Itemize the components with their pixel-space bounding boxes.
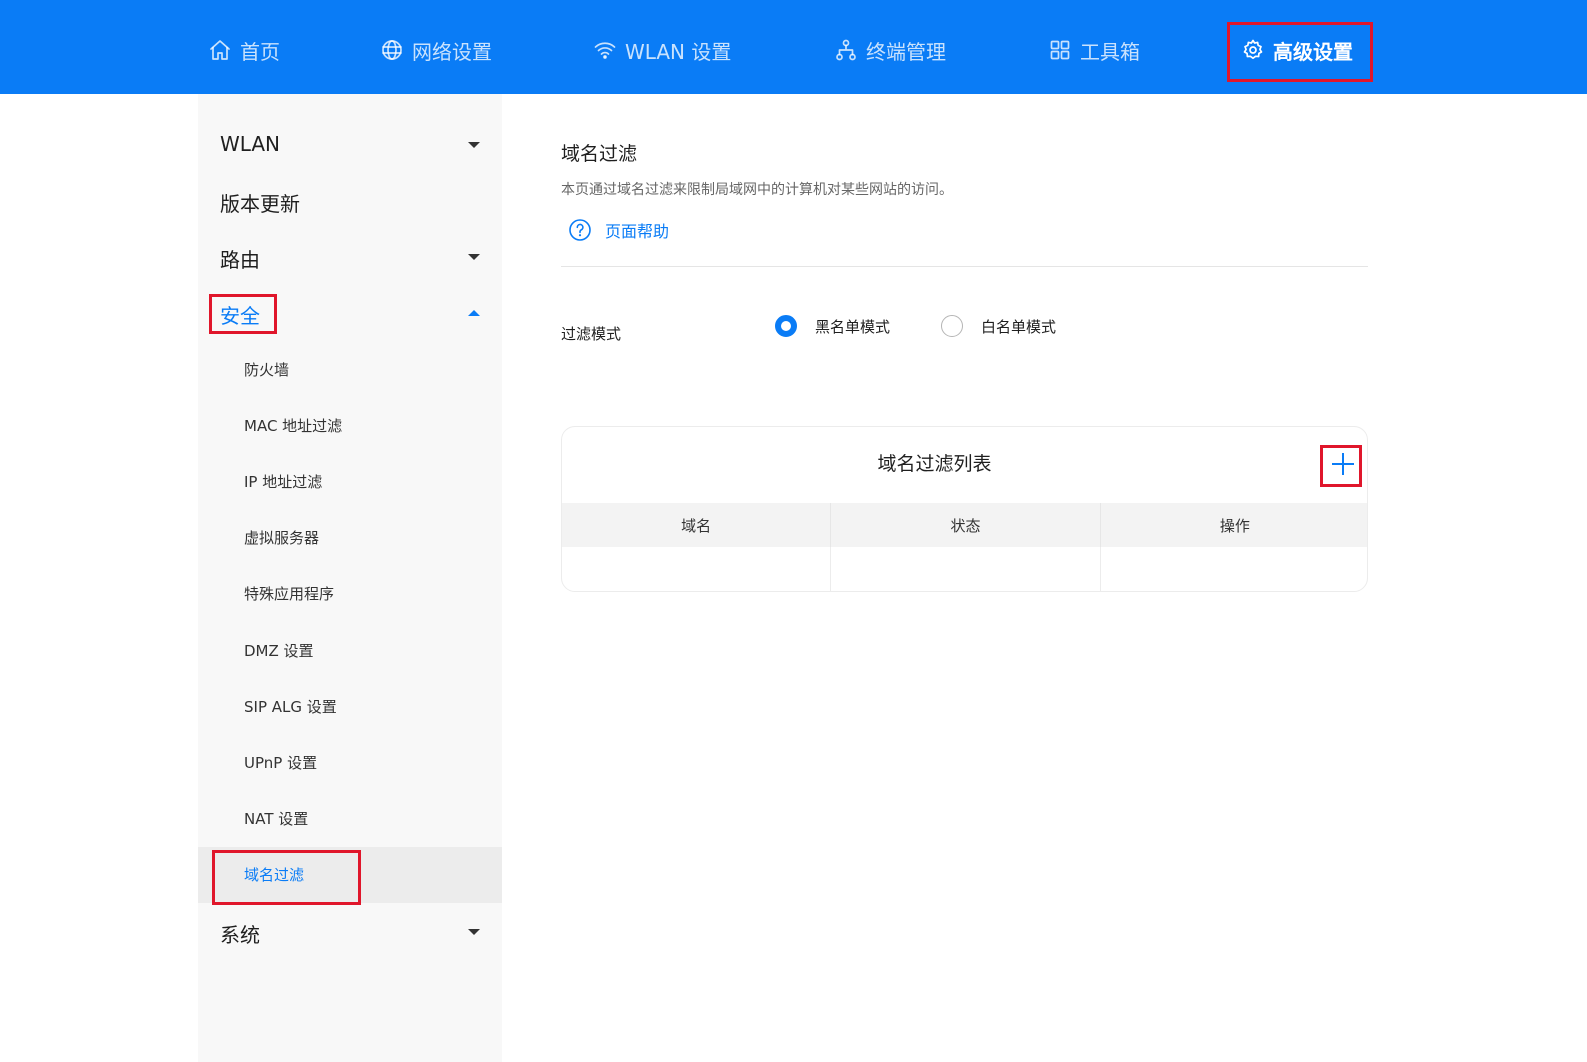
nav-item-label: WLAN 设置 xyxy=(625,39,732,64)
apps-grid-icon xyxy=(1050,40,1070,60)
nav-item-device-management[interactable]: 终端管理 xyxy=(834,22,946,78)
radio-label-blacklist-mode[interactable]: 黑名单模式 xyxy=(815,316,890,337)
column-header-status: 状态 xyxy=(831,503,1101,547)
radio-whitelist-mode[interactable] xyxy=(941,315,963,337)
nav-item-label: 终端管理 xyxy=(866,39,946,64)
sidebar-item-routing[interactable]: 路由 xyxy=(220,244,260,273)
devices-icon xyxy=(836,39,856,61)
nav-item-label: 高级设置 xyxy=(1273,39,1353,64)
sidebar: WLAN 版本更新 路由 安全 防火墙 MAC 地址过滤 IP 地址过滤 虚拟服… xyxy=(198,94,502,1062)
table-header: 域名 状态 操作 xyxy=(562,503,1367,547)
sidebar-subitem-sip-alg[interactable]: SIP ALG 设置 xyxy=(244,696,337,717)
sidebar-subitem-firewall[interactable]: 防火墙 xyxy=(244,359,289,380)
nav-item-advanced-settings[interactable]: 高级设置 xyxy=(1241,22,1353,78)
home-icon xyxy=(210,40,230,60)
table-cell xyxy=(831,547,1101,591)
table-empty-row xyxy=(562,547,1367,591)
question-circle-icon xyxy=(569,219,591,241)
add-rule-button[interactable] xyxy=(1330,451,1356,477)
chevron-down-icon[interactable] xyxy=(468,929,480,935)
sidebar-item-version-update[interactable]: 版本更新 xyxy=(220,188,300,217)
sidebar-item-wlan[interactable]: WLAN xyxy=(220,132,280,156)
sidebar-subitem-special-applications[interactable]: 特殊应用程序 xyxy=(244,583,334,604)
table-cell xyxy=(562,547,832,591)
page-help-label: 页面帮助 xyxy=(605,222,670,241)
page-title: 域名过滤 xyxy=(561,143,638,165)
nav-item-toolbox[interactable]: 工具箱 xyxy=(1048,22,1140,78)
sidebar-subitem-virtual-server[interactable]: 虚拟服务器 xyxy=(244,527,319,548)
table-title: 域名过滤列表 xyxy=(877,453,992,475)
section-divider xyxy=(561,266,1368,267)
nav-item-network-settings[interactable]: 网络设置 xyxy=(380,22,492,78)
top-navigation-bar: 首页 网络设置 WLAN 设置 终端管理 工具箱 高级设置 xyxy=(0,0,1587,94)
nav-item-label: 工具箱 xyxy=(1080,39,1140,64)
sidebar-subitem-dmz[interactable]: DMZ 设置 xyxy=(244,640,314,661)
plus-icon xyxy=(1332,453,1354,475)
sidebar-subitem-nat[interactable]: NAT 设置 xyxy=(244,808,308,829)
nav-item-label: 首页 xyxy=(240,39,280,64)
chevron-down-icon[interactable] xyxy=(468,142,480,148)
radio-label-whitelist-mode[interactable]: 白名单模式 xyxy=(981,316,1056,337)
page-description: 本页通过域名过滤来限制局域网中的计算机对某些网站的访问。 xyxy=(561,182,953,198)
wifi-icon xyxy=(594,42,616,59)
sidebar-subitem-mac-filter[interactable]: MAC 地址过滤 xyxy=(244,415,342,436)
nav-item-home[interactable]: 首页 xyxy=(208,22,280,78)
chevron-down-icon[interactable] xyxy=(468,254,480,260)
nav-item-wlan-settings[interactable]: WLAN 设置 xyxy=(593,22,731,78)
sidebar-subitem-upnp[interactable]: UPnP 设置 xyxy=(244,752,317,773)
domain-filter-list-card: 域名过滤列表 域名 状态 操作 xyxy=(561,426,1368,592)
sidebar-item-system[interactable]: 系统 xyxy=(220,919,260,948)
sidebar-subitem-domain-filter[interactable]: 域名过滤 xyxy=(244,864,304,885)
filter-mode-label: 过滤模式 xyxy=(561,325,622,343)
chevron-up-icon[interactable] xyxy=(468,310,480,316)
sidebar-item-security[interactable]: 安全 xyxy=(220,300,260,329)
gear-icon xyxy=(1243,39,1263,60)
radio-blacklist-mode[interactable] xyxy=(775,315,797,337)
page-help-link[interactable]: 页面帮助 xyxy=(568,218,669,242)
nav-item-label: 网络设置 xyxy=(412,39,492,64)
table-cell xyxy=(1101,547,1367,591)
column-header-actions: 操作 xyxy=(1219,516,1250,535)
sidebar-subitem-ip-filter[interactable]: IP 地址过滤 xyxy=(244,471,322,492)
column-header-domain: 域名 xyxy=(562,503,832,547)
globe-icon xyxy=(382,40,402,60)
